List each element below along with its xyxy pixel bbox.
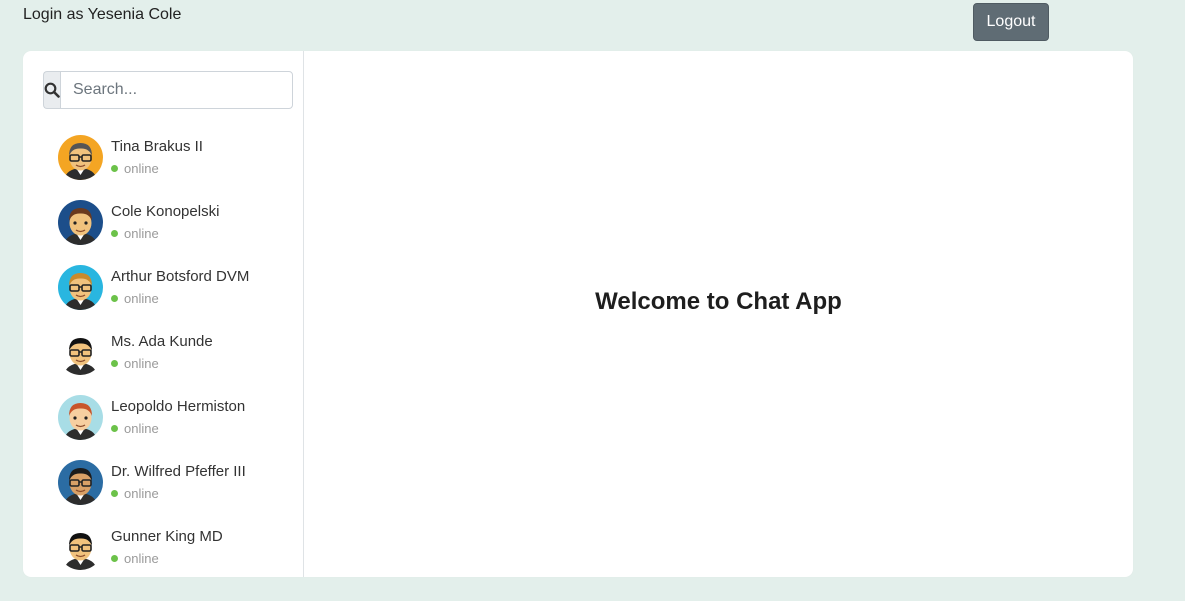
user-name: Gunner King MD — [111, 528, 223, 545]
avatar — [58, 265, 103, 310]
login-status-text: Login as Yesenia Cole — [23, 6, 182, 23]
search-bar — [43, 71, 293, 109]
avatar — [58, 525, 103, 570]
user-status: online — [111, 421, 159, 436]
online-status-dot-icon — [111, 295, 118, 302]
user-status: online — [111, 551, 159, 566]
user-name: Dr. Wilfred Pfeffer III — [111, 463, 246, 480]
user-list-item[interactable]: Cole Konopelski online — [23, 194, 303, 259]
contacts-sidebar: Tina Brakus II online Cole Konopelski onlin… — [23, 51, 304, 577]
avatar — [58, 135, 103, 180]
avatar — [58, 460, 103, 505]
online-status-dot-icon — [111, 230, 118, 237]
search-button[interactable] — [43, 71, 60, 109]
user-status-text: online — [124, 356, 159, 371]
user-list-item[interactable]: Arthur Botsford DVM online — [23, 259, 303, 324]
user-name: Leopoldo Hermiston — [111, 398, 246, 415]
user-status: online — [111, 291, 159, 306]
search-input[interactable] — [60, 71, 293, 109]
avatar — [58, 330, 103, 375]
user-status: online — [111, 356, 159, 371]
search-icon — [44, 82, 60, 98]
chat-container: Tina Brakus II online Cole Konopelski onlin… — [23, 51, 1133, 577]
logout-button[interactable]: Logout — [973, 3, 1049, 41]
user-list-item[interactable]: Tina Brakus II online — [23, 129, 303, 194]
user-status-text: online — [124, 486, 159, 501]
user-status-text: online — [124, 226, 159, 241]
welcome-heading: Welcome to Chat App — [595, 287, 842, 315]
user-status: online — [111, 486, 159, 501]
avatar — [58, 200, 103, 245]
user-status: online — [111, 226, 159, 241]
user-list-item[interactable]: Ms. Ada Kunde online — [23, 324, 303, 389]
user-name: Arthur Botsford DVM — [111, 268, 250, 285]
online-status-dot-icon — [111, 360, 118, 367]
user-status-text: online — [124, 551, 159, 566]
user-status-text: online — [124, 421, 159, 436]
user-status-text: online — [124, 161, 159, 176]
online-status-dot-icon — [111, 425, 118, 432]
avatar — [58, 395, 103, 440]
user-list-item[interactable]: Gunner King MD online — [23, 519, 303, 577]
user-name: Ms. Ada Kunde — [111, 333, 213, 350]
user-list: Tina Brakus II online Cole Konopelski onlin… — [23, 129, 303, 577]
online-status-dot-icon — [111, 555, 118, 562]
user-name: Tina Brakus II — [111, 138, 203, 155]
user-status: online — [111, 161, 159, 176]
user-list-item[interactable]: Dr. Wilfred Pfeffer III online — [23, 454, 303, 519]
online-status-dot-icon — [111, 490, 118, 497]
user-name: Cole Konopelski — [111, 203, 220, 220]
user-status-text: online — [124, 291, 159, 306]
user-list-item[interactable]: Leopoldo Hermiston online — [23, 389, 303, 454]
chat-main-panel: Welcome to Chat App — [304, 51, 1133, 577]
online-status-dot-icon — [111, 165, 118, 172]
